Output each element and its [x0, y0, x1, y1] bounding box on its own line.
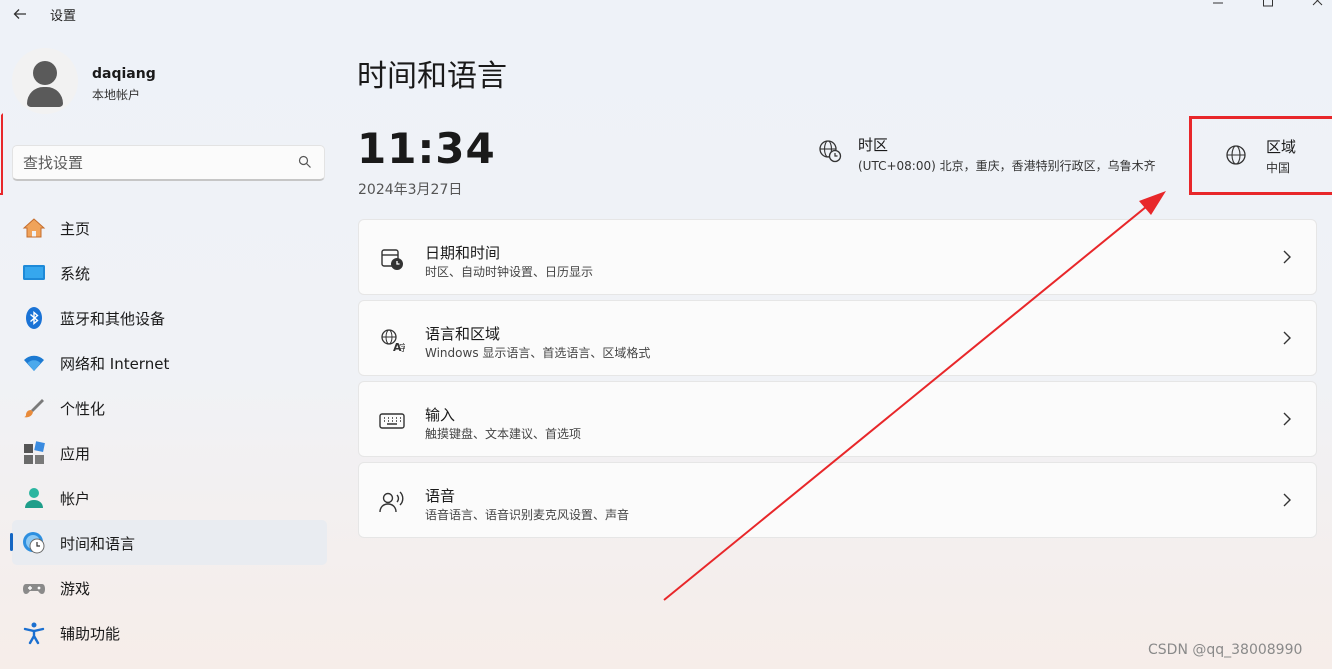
- page-title: 时间和语言: [357, 59, 507, 94]
- sidebar-item-home[interactable]: 主页: [12, 205, 327, 250]
- speech-icon: [379, 491, 404, 513]
- sidebar-item-label: 蓝牙和其他设备: [60, 310, 166, 328]
- sidebar-item-label: 时间和语言: [60, 535, 136, 553]
- chevron-right-icon: [1283, 412, 1291, 426]
- home-icon: [22, 218, 46, 238]
- region-value: 中国: [1266, 161, 1291, 175]
- search-box[interactable]: [12, 145, 325, 181]
- apps-icon: [24, 441, 45, 464]
- search-input[interactable]: [23, 152, 293, 174]
- sidebar-item-label: 帐户: [60, 490, 91, 508]
- sidebar-item-time-language[interactable]: 时间和语言: [10, 520, 327, 565]
- globe-clock-icon: [23, 532, 45, 554]
- close-icon: [1312, 0, 1323, 6]
- wifi-icon: [24, 355, 44, 371]
- search-icon[interactable]: [298, 155, 312, 169]
- user-profile[interactable]: daqiang 本地帐户: [12, 48, 322, 118]
- sidebar-item-label: 主页: [60, 220, 91, 238]
- svg-text:字: 字: [399, 342, 405, 353]
- account-type: 本地帐户: [92, 88, 141, 102]
- sidebar-item-label: 应用: [60, 445, 91, 463]
- sidebar-item-accessibility[interactable]: 辅助功能: [12, 610, 327, 655]
- timezone-title: 时区: [858, 136, 889, 154]
- accessibility-icon: [23, 622, 45, 645]
- close-button[interactable]: [1306, 0, 1330, 16]
- monitor-icon: [23, 265, 45, 280]
- sidebar-item-accounts[interactable]: 帐户: [12, 475, 327, 520]
- keyboard-icon: [379, 413, 405, 429]
- sidebar-item-system[interactable]: 系统: [12, 250, 327, 295]
- timezone-value: (UTC+08:00) 北京，重庆，香港特别行政区，乌鲁木齐: [858, 159, 1156, 173]
- gamepad-icon: [23, 584, 45, 594]
- avatar: [12, 48, 78, 114]
- sidebar-item-label: 网络和 Internet: [60, 355, 170, 373]
- active-indicator: [10, 533, 13, 551]
- maximize-icon: [1263, 0, 1273, 7]
- sidebar-item-label: 游戏: [60, 580, 91, 598]
- card-subtitle: 时区、自动时钟设置、日历显示: [425, 265, 594, 279]
- annotation-box-edge: [0, 113, 3, 195]
- minimize-icon: [1213, 2, 1223, 4]
- maximize-button[interactable]: [1256, 0, 1280, 16]
- chevron-right-icon: [1283, 331, 1291, 345]
- settings-list: 日期和时间 时区、自动时钟设置、日历显示 A字 语言和区域 Windows 显示…: [358, 219, 1317, 543]
- date-time-card[interactable]: 日期和时间 时区、自动时钟设置、日历显示: [358, 219, 1317, 295]
- region-title: 区域: [1266, 138, 1297, 156]
- speech-card[interactable]: 语音 语音语言、语音识别麦克风设置、声音: [358, 462, 1317, 538]
- globe-clock-icon: [819, 140, 842, 163]
- watermark: CSDN @qq_38008990: [1148, 642, 1303, 658]
- sidebar-nav: 主页 系统 蓝牙和其他设备 网络和 Internet 个性化 应用 帐户 时间和…: [10, 205, 327, 655]
- user-name: daqiang: [92, 66, 156, 82]
- sidebar-item-apps[interactable]: 应用: [12, 430, 327, 475]
- bluetooth-icon: [26, 307, 42, 329]
- input-card[interactable]: 输入 触摸键盘、文本建议、首选项: [358, 381, 1317, 457]
- globe-icon: [1226, 145, 1246, 165]
- title-bar: 设置: [0, 0, 1332, 28]
- chevron-right-icon: [1283, 493, 1291, 507]
- card-subtitle: 语音语言、语音识别麦克风设置、声音: [425, 508, 630, 522]
- chevron-right-icon: [1283, 250, 1291, 264]
- app-title: 设置: [50, 9, 77, 24]
- sidebar-item-label: 系统: [60, 265, 91, 283]
- arrow-left-icon: [13, 9, 26, 19]
- brush-icon: [24, 399, 44, 418]
- card-title: 输入: [425, 406, 456, 424]
- card-title: 日期和时间: [425, 244, 501, 262]
- sidebar-item-gaming[interactable]: 游戏: [12, 565, 327, 610]
- timezone-info[interactable]: 时区 (UTC+08:00) 北京，重庆，香港特别行政区，乌鲁木齐: [818, 134, 1188, 180]
- person-icon: [25, 488, 43, 508]
- region-info[interactable]: 区域 中国: [1189, 116, 1332, 195]
- card-subtitle: Windows 显示语言、首选语言、区域格式: [425, 346, 651, 360]
- sidebar-item-personalization[interactable]: 个性化: [12, 385, 327, 430]
- card-title: 语言和区域: [425, 325, 501, 343]
- sidebar-item-network[interactable]: 网络和 Internet: [12, 340, 327, 385]
- back-button[interactable]: [8, 2, 32, 26]
- card-subtitle: 触摸键盘、文本建议、首选项: [425, 427, 582, 441]
- sidebar-item-bluetooth[interactable]: 蓝牙和其他设备: [12, 295, 327, 340]
- sidebar-item-label: 辅助功能: [60, 625, 121, 643]
- language-region-card[interactable]: A字 语言和区域 Windows 显示语言、首选语言、区域格式: [358, 300, 1317, 376]
- calendar-clock-icon: [381, 249, 403, 270]
- current-time: 11:34: [357, 124, 496, 173]
- minimize-button[interactable]: [1206, 0, 1230, 16]
- card-title: 语音: [425, 487, 456, 505]
- language-icon: A字: [381, 329, 405, 353]
- sidebar-item-label: 个性化: [60, 400, 106, 418]
- current-date: 2024年3月27日: [358, 182, 463, 198]
